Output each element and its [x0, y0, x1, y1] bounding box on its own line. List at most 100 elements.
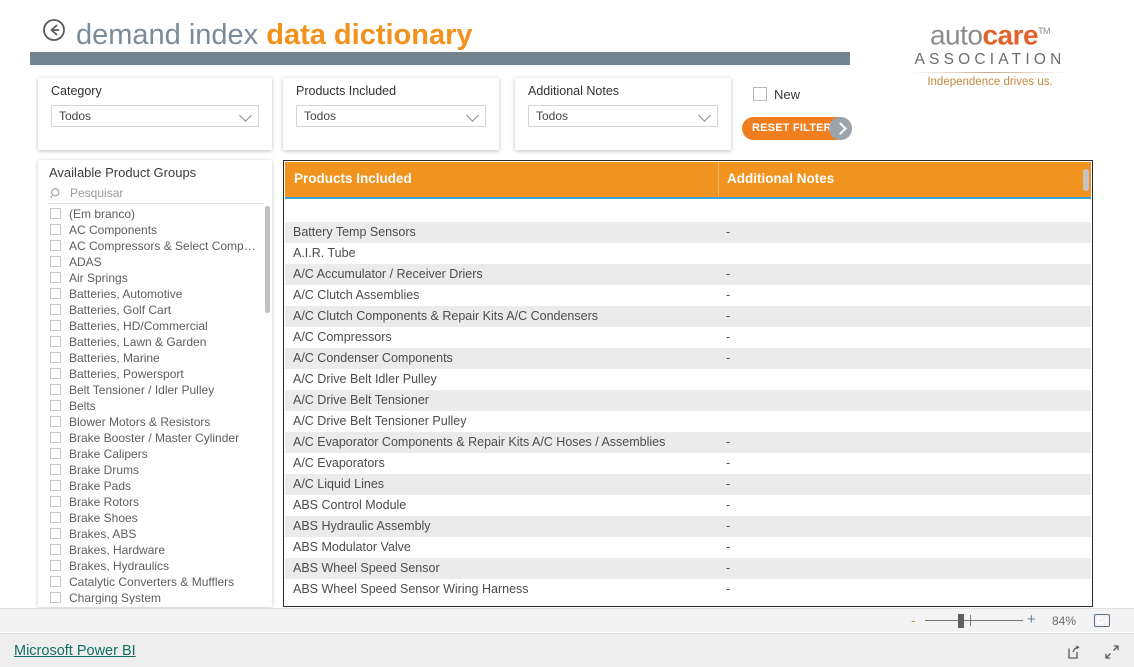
zoom-slider-track[interactable]: [925, 620, 1023, 621]
table-row[interactable]: A/C Condenser Components -: [285, 348, 1091, 369]
checkbox-icon[interactable]: [50, 208, 61, 219]
checkbox-icon[interactable]: [50, 576, 61, 587]
checkbox-icon[interactable]: [50, 304, 61, 315]
checkbox-icon[interactable]: [50, 224, 61, 235]
list-item[interactable]: Batteries, Automotive: [48, 286, 267, 302]
table-row[interactable]: ABS Control Module -: [285, 495, 1091, 516]
checkbox-icon[interactable]: [50, 416, 61, 427]
list-item[interactable]: (Em branco): [48, 206, 267, 222]
checkbox-icon[interactable]: [50, 464, 61, 475]
table-row[interactable]: A/C Evaporators -: [285, 453, 1091, 474]
table-row[interactable]: A/C Accumulator / Receiver Driers -: [285, 264, 1091, 285]
checkbox-icon[interactable]: [50, 480, 61, 491]
slicer-scrollbar-thumb[interactable]: [265, 206, 270, 313]
table-row[interactable]: A/C Drive Belt Tensioner Pulley: [285, 411, 1091, 432]
checkbox-icon[interactable]: [50, 240, 61, 251]
checkbox-icon[interactable]: [50, 400, 61, 411]
table-row[interactable]: ABS Hydraulic Assembly -: [285, 516, 1091, 537]
list-item[interactable]: AC Compressors & Select Compone...: [48, 238, 267, 254]
list-item[interactable]: Batteries, Golf Cart: [48, 302, 267, 318]
table-row[interactable]: [285, 201, 1091, 222]
table-row[interactable]: A/C Clutch Assemblies -: [285, 285, 1091, 306]
products-included-dropdown[interactable]: Todos: [296, 105, 486, 127]
table-row[interactable]: A/C Clutch Components & Repair Kits A/C …: [285, 306, 1091, 327]
list-item[interactable]: Batteries, Powersport: [48, 366, 267, 382]
checkbox-icon[interactable]: [50, 368, 61, 379]
list-item[interactable]: Brakes, Hydraulics: [48, 558, 267, 574]
checkbox-icon[interactable]: [50, 496, 61, 507]
checkbox-icon[interactable]: [50, 448, 61, 459]
zoom-out-button[interactable]: -: [911, 613, 916, 627]
checkbox-icon[interactable]: [50, 384, 61, 395]
list-item[interactable]: AC Components: [48, 222, 267, 238]
checkbox-icon[interactable]: [50, 592, 61, 603]
table-row[interactable]: A/C Drive Belt Idler Pulley: [285, 369, 1091, 390]
logo-word-auto: auto: [929, 19, 983, 51]
checkbox-icon[interactable]: [50, 336, 61, 347]
list-item-label: Brakes, Hydraulics: [69, 559, 170, 573]
zoom-in-button[interactable]: +: [1027, 612, 1036, 627]
list-item[interactable]: Brake Rotors: [48, 494, 267, 510]
table-row[interactable]: A/C Liquid Lines -: [285, 474, 1091, 495]
column-header-products-included[interactable]: Products Included: [294, 171, 412, 186]
list-item[interactable]: Batteries, Lawn & Garden: [48, 334, 267, 350]
list-item[interactable]: Belts: [48, 398, 267, 414]
checkbox-icon[interactable]: [50, 320, 61, 331]
slicer-search-box[interactable]: Pesquisar: [48, 185, 264, 204]
checkbox-icon[interactable]: [50, 544, 61, 555]
table-row[interactable]: Battery Temp Sensors -: [285, 222, 1091, 243]
list-item[interactable]: Brake Shoes: [48, 510, 267, 526]
table-row[interactable]: ABS Wheel Speed Sensor -: [285, 558, 1091, 579]
checkbox-icon[interactable]: [50, 560, 61, 571]
list-item[interactable]: Catalytic Converters & Mufflers: [48, 574, 267, 590]
list-item[interactable]: Brakes, ABS: [48, 526, 267, 542]
list-item[interactable]: ADAS: [48, 254, 267, 270]
zoom-slider-thumb[interactable]: [958, 614, 964, 628]
list-item[interactable]: Brake Booster / Master Cylinder: [48, 430, 267, 446]
list-item-label: ADAS: [69, 255, 102, 269]
table-row[interactable]: ABS Modulator Valve -: [285, 537, 1091, 558]
back-arrow-circle-icon[interactable]: [41, 17, 67, 43]
fullscreen-icon[interactable]: [1104, 644, 1120, 660]
list-item[interactable]: Brake Calipers: [48, 446, 267, 462]
search-icon: [50, 187, 63, 200]
new-checkbox-label: New: [774, 87, 801, 102]
list-item-label: Brake Shoes: [69, 511, 138, 525]
checkbox-icon[interactable]: [50, 288, 61, 299]
list-item[interactable]: Batteries, Marine: [48, 350, 267, 366]
checkbox-icon[interactable]: [50, 256, 61, 267]
share-icon[interactable]: [1066, 644, 1082, 660]
list-item[interactable]: Charging System: [48, 590, 267, 604]
fit-to-screen-icon[interactable]: [1094, 614, 1110, 627]
product-groups-list[interactable]: (Em branco) AC Components AC Compressors &…: [48, 206, 267, 604]
table-row[interactable]: A/C Evaporator Components & Repair Kits …: [285, 432, 1091, 453]
additional-notes-dropdown[interactable]: Todos: [528, 105, 718, 127]
list-item[interactable]: Blower Motors & Resistors: [48, 414, 267, 430]
list-item[interactable]: Belt Tensioner / Idler Pulley: [48, 382, 267, 398]
power-bi-link[interactable]: Microsoft Power BI: [14, 643, 136, 659]
checkbox-icon[interactable]: [50, 432, 61, 443]
checkbox-icon[interactable]: [50, 272, 61, 283]
slicer-scrollbar[interactable]: [265, 206, 270, 598]
checkbox-icon[interactable]: [50, 528, 61, 539]
table-scrollbar-thumb[interactable]: [1083, 169, 1089, 191]
list-item[interactable]: Brakes, Hardware: [48, 542, 267, 558]
column-header-additional-notes[interactable]: Additional Notes: [727, 171, 834, 186]
table-row[interactable]: A/C Drive Belt Tensioner: [285, 390, 1091, 411]
list-item-label: (Em branco): [69, 207, 136, 221]
table-row[interactable]: A.I.R. Tube: [285, 243, 1091, 264]
checkbox-icon[interactable]: [50, 512, 61, 523]
autocare-logo: autocareTM ASSOCIATION Independence driv…: [900, 16, 1080, 88]
list-item[interactable]: Brake Drums: [48, 462, 267, 478]
cell-products-included: Battery Temp Sensors: [293, 225, 416, 239]
category-dropdown[interactable]: Todos: [51, 105, 259, 127]
cell-products-included: A/C Evaporators: [293, 456, 385, 470]
list-item[interactable]: Brake Pads: [48, 478, 267, 494]
list-item[interactable]: Air Springs: [48, 270, 267, 286]
table-row[interactable]: ABS Wheel Speed Sensor Wiring Harness -: [285, 579, 1091, 600]
list-item[interactable]: Batteries, HD/Commercial: [48, 318, 267, 334]
table-row[interactable]: A/C Compressors -: [285, 327, 1091, 348]
checkbox-icon[interactable]: [50, 352, 61, 363]
new-checkbox[interactable]: [753, 87, 767, 101]
reset-filters-button[interactable]: RESET FILTERS: [742, 117, 852, 140]
